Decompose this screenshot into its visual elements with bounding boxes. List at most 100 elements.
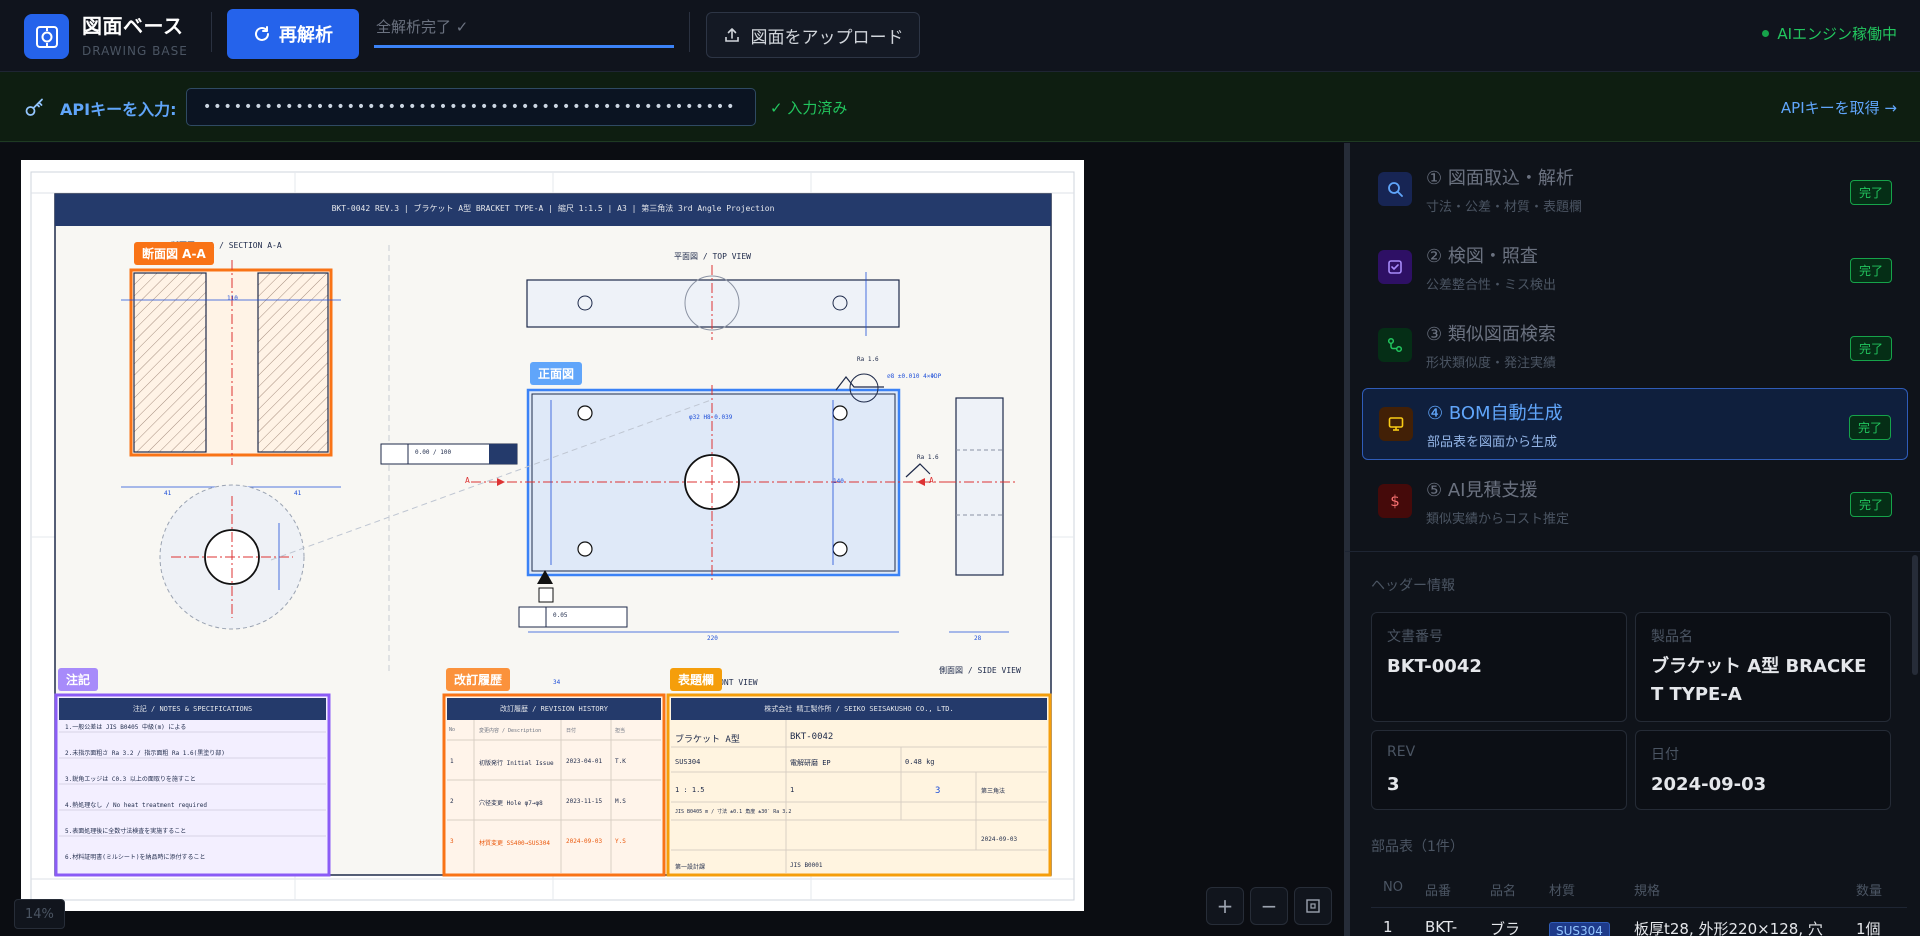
divider <box>1371 907 1907 908</box>
step-status-badge: 完了 <box>1848 415 1891 440</box>
section-mark-right: A <box>929 476 934 485</box>
doc-number-value: BKT-0042 <box>1387 656 1482 677</box>
tag-front-view[interactable]: 正面図 <box>530 362 583 385</box>
step-similar-search[interactable]: ③ 類似図面検索 形状類似度・発注実績 完了 <box>1362 310 1908 382</box>
sheet-title-bar: BKT-0042 REV.3 | ブラケット A型 BRACKET TYPE-A… <box>331 204 775 213</box>
step-status-badge: 完了 <box>1849 258 1892 283</box>
bom-row-no: 1 <box>1383 918 1393 936</box>
dim-28: 28 <box>974 635 982 642</box>
step-inspection[interactable]: ② 検図・照査 公差整合性・ミス検出 完了 <box>1362 232 1908 304</box>
doc-number-label: 文書番号 <box>1387 629 1443 645</box>
date-value: 2024-09-03 <box>1651 774 1767 795</box>
step-subtitle: 部品表を図面から生成 <box>1427 435 1558 450</box>
step-bom-generation[interactable]: ④ BOM自動生成 部品表を図面から生成 完了 <box>1362 388 1908 460</box>
step-icon-box <box>1378 250 1412 284</box>
tag-revision[interactable]: 改訂履歴 <box>446 668 511 691</box>
upload-icon <box>724 28 739 42</box>
bom-col-no: NO <box>1383 880 1403 895</box>
dim-110: 110 <box>227 295 238 302</box>
tag-titleblock[interactable]: 表題欄 <box>670 668 723 691</box>
bom-label: 部品表（1件） <box>1371 839 1464 855</box>
revision-by: Y.S <box>615 838 626 845</box>
analysis-status: 全解析完了 ✓ <box>374 16 674 48</box>
reanalyze-button[interactable]: 再解析 <box>227 9 359 59</box>
api-key-status: ✓ 入力済み <box>770 99 848 117</box>
zoom-in-button[interactable]: + <box>1206 887 1244 925</box>
drawing-canvas[interactable]: BKT-0042 REV.3 | ブラケット A型 BRACKET TYPE-A… <box>0 143 1344 936</box>
tb-qty: 1 <box>790 786 795 794</box>
api-key-label: APIキーを入力: <box>60 100 177 119</box>
header-info-label: ヘッダー情報 <box>1371 578 1455 594</box>
rev-value: 3 <box>1387 774 1400 795</box>
notes-title: 注記 / NOTES & SPECIFICATIONS <box>132 705 253 713</box>
step-title: ④ BOM自動生成 <box>1427 403 1563 424</box>
step-icon-box <box>1378 172 1412 206</box>
tag-notes[interactable]: 注記 <box>58 668 99 691</box>
fit-screen-icon <box>1306 899 1320 913</box>
revision-desc: 材質変更 SS400→SUS304 <box>479 840 550 847</box>
dim-41-left: 41 <box>164 490 172 497</box>
tb-projection: 第三角法 <box>981 788 1006 795</box>
get-api-key-link[interactable]: APIキーを取得 → <box>1781 97 1897 118</box>
upload-label: 図面をアップロード <box>750 27 904 47</box>
tb-rev: 3 <box>935 786 941 796</box>
divider <box>1345 551 1920 552</box>
revision-by: T.K <box>615 758 626 765</box>
refresh-icon <box>255 26 269 41</box>
note-line: 2.未指示面粗さ Ra 3.2 / 指示面粗 Ra 1.6(黒塗り部) <box>65 750 225 757</box>
tag-section[interactable]: 断面図 A-A <box>134 242 214 265</box>
engine-status: AIエンジン稼働中 <box>1762 23 1897 44</box>
drawing-svg <box>30 171 1075 901</box>
step-icon-box <box>1379 407 1413 441</box>
note-line: 1.一般公差は JIS B0405 中級(m) による <box>65 724 187 731</box>
compare-icon <box>1387 337 1403 353</box>
step-icon-box <box>1378 328 1412 362</box>
revision-date: 2024-09-03 <box>566 838 603 845</box>
tb-scale: 1 : 1.5 <box>675 786 705 794</box>
roughness-2: Ra 1.6 <box>917 454 939 461</box>
api-key-bar: APIキーを入力: ••••••••••••••••••••••••••••••… <box>0 72 1920 142</box>
reanalyze-label: 再解析 <box>279 25 333 45</box>
dim-41-right: 41 <box>294 490 302 497</box>
panel-scrollbar-thumb[interactable] <box>1912 555 1918 675</box>
date-label: 日付 <box>1651 747 1679 763</box>
fit-view-button[interactable] <box>1294 887 1332 925</box>
note-line: 6.材料証明書(ミルシート)を納品時に添付すること <box>65 854 206 861</box>
side-view-label: 側面図 / SIDE VIEW <box>939 666 1021 675</box>
tb-weight: 0.48 kg <box>905 758 935 766</box>
app-title: 図面ベース <box>82 14 184 38</box>
zoom-out-button[interactable]: − <box>1250 887 1288 925</box>
flatness-tolerance: 0.00 / 100 <box>415 449 452 456</box>
upload-button[interactable]: 図面をアップロード <box>706 12 920 58</box>
revision-no: 2 <box>450 798 454 805</box>
revision-col-by: 担当 <box>615 728 626 734</box>
drawing-sheet: BKT-0042 REV.3 | ブラケット A型 BRACKET TYPE-A… <box>21 160 1084 911</box>
api-key-input[interactable]: ••••••••••••••••••••••••••••••••••••••••… <box>186 88 756 126</box>
dim-220: 220 <box>707 635 718 642</box>
panel-resize-scrollbar[interactable] <box>1344 143 1350 936</box>
bom-col-material: 材質 <box>1549 884 1576 899</box>
note-line: 4.熱処理なし / No heat treatment required <box>65 802 207 809</box>
step-subtitle: 公差整合性・ミス検出 <box>1426 278 1557 293</box>
revision-by: M.S <box>615 798 626 805</box>
step-import-analyze[interactable]: ① 図面取込・解析 寸法・公差・材質・表題欄 完了 <box>1362 154 1908 226</box>
tb-standard: JIS B0001 <box>790 862 823 869</box>
search-icon <box>1388 182 1403 197</box>
date-card: 日付 2024-09-03 <box>1635 730 1891 810</box>
divider <box>689 12 690 52</box>
app-subtitle: DRAWING BASE <box>82 44 188 58</box>
step-ai-estimate[interactable]: $ ⑤ AI見積支援 類似実績からコスト推定 完了 <box>1362 466 1908 538</box>
scrollbar-thumb[interactable] <box>1344 143 1350 936</box>
revision-col-date: 日付 <box>566 728 577 734</box>
rev-label: REV <box>1387 744 1416 760</box>
hole-callout: ⌀8 ±0.010 4×ΦDP <box>887 373 942 380</box>
step-title: ① 図面取込・解析 <box>1426 168 1574 189</box>
tb-finish: 電解研磨 EP <box>790 759 831 767</box>
drawing-logo-icon <box>35 25 58 48</box>
section-mark-left: A <box>465 476 470 485</box>
revision-desc: 穴径変更 Hole φ7→φ8 <box>479 800 543 807</box>
tb-part-name: ブラケット A型 <box>675 735 740 745</box>
step-status-badge: 完了 <box>1849 492 1892 517</box>
revision-col-no: No <box>449 727 456 733</box>
bom-row-spec: 板厚t28, 外形220×128, 穴 <box>1634 920 1823 936</box>
